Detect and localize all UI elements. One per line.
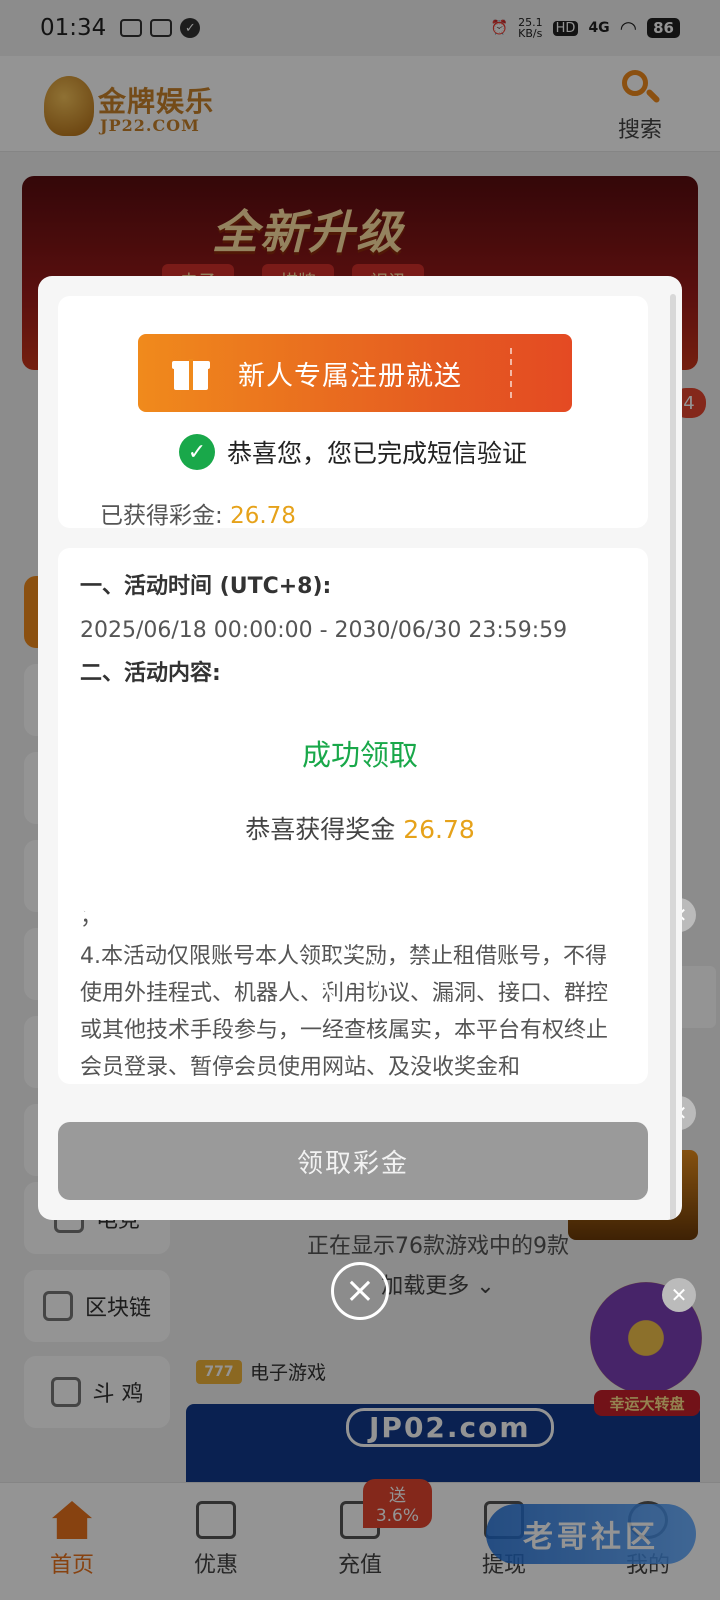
success-dialog: 成功领取 恭喜获得奖金 26.78	[80, 686, 640, 914]
ticket-text: 新人专属注册就送	[238, 360, 462, 392]
check-circle-icon: ✓	[178, 434, 215, 470]
bonus-label: 已获得彩金:	[100, 503, 223, 529]
bonus-amount: 26.78	[230, 503, 296, 529]
rules-heading-time: 一、活动时间 (UTC+8):	[80, 574, 332, 599]
sms-verified-message: ✓ 恭喜您，您已完成短信验证	[58, 434, 648, 470]
activity-period: 2025/06/18 00:00:00 - 2030/06/30 23:59:5…	[80, 618, 568, 643]
modal-scrollbar[interactable]	[670, 294, 676, 1220]
promo-ticket-banner: 新人专属注册就送	[138, 334, 572, 412]
close-success-dialog-button[interactable]: ×	[324, 950, 382, 1008]
claim-bonus-button[interactable]: 领取彩金	[58, 1122, 648, 1200]
success-amount: 26.78	[403, 815, 475, 844]
rules-heading-content: 二、活动内容:	[80, 661, 221, 686]
bonus-earned: 已获得彩金: 26.78	[100, 496, 296, 530]
success-title: 成功领取	[301, 738, 418, 772]
close-lucky-wheel-button[interactable]: ✕	[662, 1278, 696, 1312]
close-bonus-modal-button[interactable]: ×	[331, 1262, 389, 1320]
verify-text: 恭喜您，您已完成短信验证	[226, 439, 527, 468]
success-message-text: 恭喜获得奖金	[245, 815, 396, 844]
success-message: 恭喜获得奖金 26.78	[80, 810, 640, 846]
bonus-summary-card: 新人专属注册就送 ✓ 恭喜您，您已完成短信验证 已获得彩金: 26.78	[58, 296, 648, 530]
gift-icon	[172, 356, 210, 390]
